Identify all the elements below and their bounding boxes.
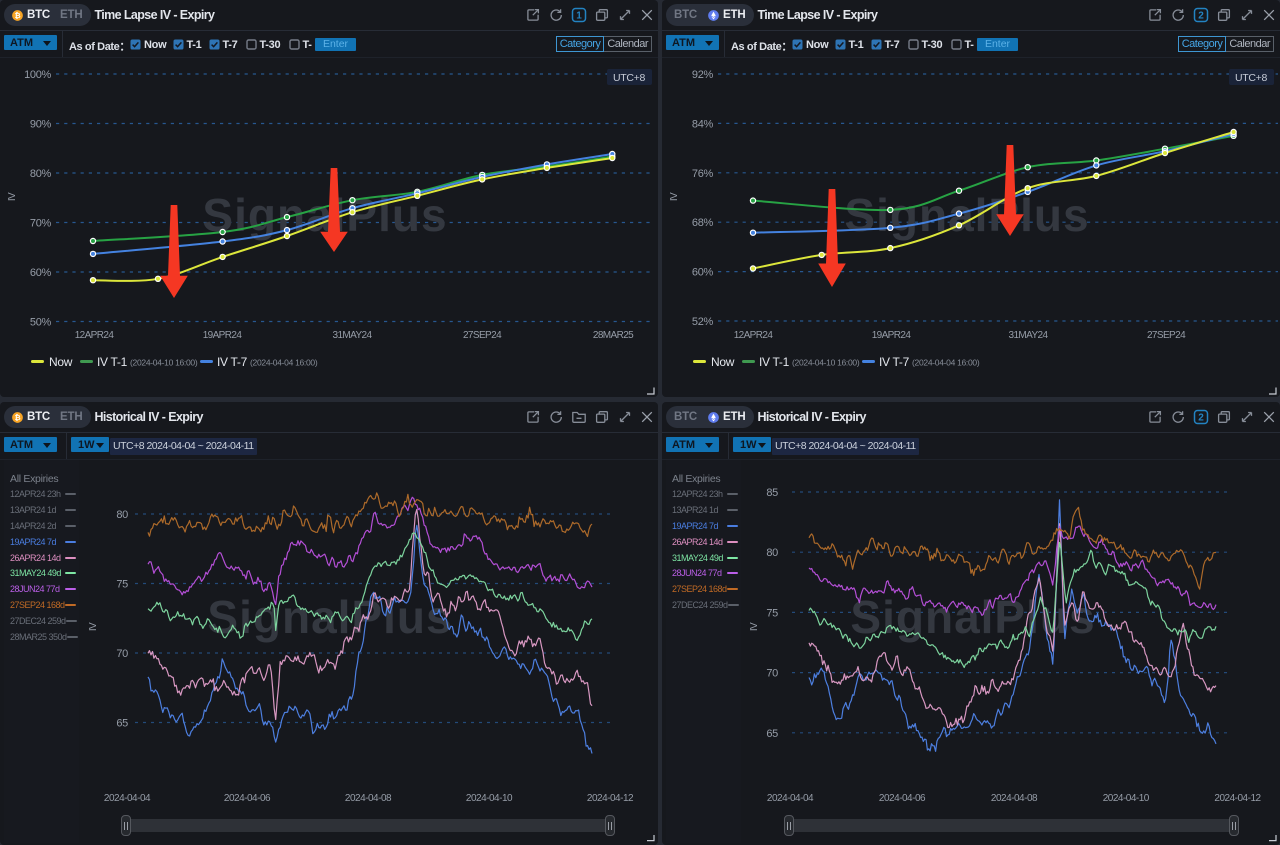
svg-text:IV: IV: [749, 622, 760, 631]
svg-text:80: 80: [766, 547, 778, 559]
svg-text:UTC+8: UTC+8: [613, 72, 646, 84]
svg-text:27SEP24: 27SEP24: [463, 330, 502, 341]
svg-text:IV T-7: IV T-7: [879, 355, 910, 369]
svg-text:60%: 60%: [692, 267, 714, 279]
svg-text:70: 70: [766, 668, 778, 680]
svg-text:2: 2: [1198, 413, 1204, 424]
svg-text:65: 65: [116, 718, 128, 730]
svg-text:31MAY24: 31MAY24: [1009, 330, 1049, 341]
svg-text:19APR24: 19APR24: [872, 330, 912, 341]
svg-text:70: 70: [116, 648, 128, 660]
svg-text:(2024-04-10 16:00): (2024-04-10 16:00): [130, 358, 198, 368]
svg-text:68%: 68%: [692, 217, 714, 229]
svg-text:₿: ₿: [15, 413, 21, 422]
svg-text:2024-04-10: 2024-04-10: [1103, 793, 1150, 804]
svg-text:2024-04-06: 2024-04-06: [224, 793, 271, 804]
svg-text:92%: 92%: [692, 69, 714, 81]
svg-text:19APR24: 19APR24: [203, 330, 243, 341]
svg-text:90%: 90%: [30, 119, 52, 131]
svg-text:SignalPlus: SignalPlus: [844, 189, 1089, 241]
svg-text:IV T-7: IV T-7: [217, 355, 248, 369]
svg-text:75: 75: [766, 607, 778, 619]
svg-text:12APR24: 12APR24: [734, 330, 774, 341]
svg-text:IV: IV: [669, 192, 680, 201]
svg-text:65: 65: [766, 728, 778, 740]
svg-text:IV: IV: [88, 622, 99, 631]
svg-text:2024-04-08: 2024-04-08: [991, 793, 1038, 804]
svg-text:IV: IV: [7, 192, 18, 201]
svg-text:2024-04-08: 2024-04-08: [345, 793, 392, 804]
svg-text:75: 75: [116, 579, 128, 591]
svg-text:2024-04-10: 2024-04-10: [466, 793, 513, 804]
svg-text:2024-04-04: 2024-04-04: [767, 793, 814, 804]
svg-text:Now: Now: [711, 355, 735, 369]
svg-text:SignalPlus: SignalPlus: [850, 591, 1095, 643]
svg-text:100%: 100%: [24, 69, 51, 81]
svg-text:SignalPlus: SignalPlus: [207, 591, 452, 643]
svg-text:IV T-1: IV T-1: [97, 355, 128, 369]
svg-text:60%: 60%: [30, 267, 52, 279]
svg-text:85: 85: [766, 487, 778, 499]
svg-text:80%: 80%: [30, 168, 52, 180]
svg-text:2024-04-04: 2024-04-04: [104, 793, 151, 804]
svg-text:IV T-1: IV T-1: [759, 355, 790, 369]
svg-text:31MAY24: 31MAY24: [333, 330, 373, 341]
svg-text:2024-04-12: 2024-04-12: [587, 793, 634, 804]
svg-text:(2024-04-10 16:00): (2024-04-10 16:00): [792, 358, 860, 368]
svg-text:80: 80: [116, 509, 128, 521]
svg-text:84%: 84%: [692, 118, 714, 130]
svg-text:28MAR25: 28MAR25: [593, 330, 634, 341]
svg-text:76%: 76%: [692, 168, 714, 180]
svg-text:27SEP24: 27SEP24: [1147, 330, 1186, 341]
svg-text:(2024-04-04 16:00): (2024-04-04 16:00): [250, 358, 318, 368]
svg-text:52%: 52%: [692, 316, 714, 328]
svg-text:(2024-04-04 16:00): (2024-04-04 16:00): [912, 358, 980, 368]
svg-text:Now: Now: [49, 355, 73, 369]
svg-text:12APR24: 12APR24: [75, 330, 115, 341]
svg-text:50%: 50%: [30, 317, 52, 329]
svg-text:2024-04-12: 2024-04-12: [1214, 793, 1261, 804]
svg-text:UTC+8: UTC+8: [1235, 72, 1268, 84]
svg-text:70%: 70%: [30, 218, 52, 230]
svg-text:2024-04-06: 2024-04-06: [879, 793, 926, 804]
